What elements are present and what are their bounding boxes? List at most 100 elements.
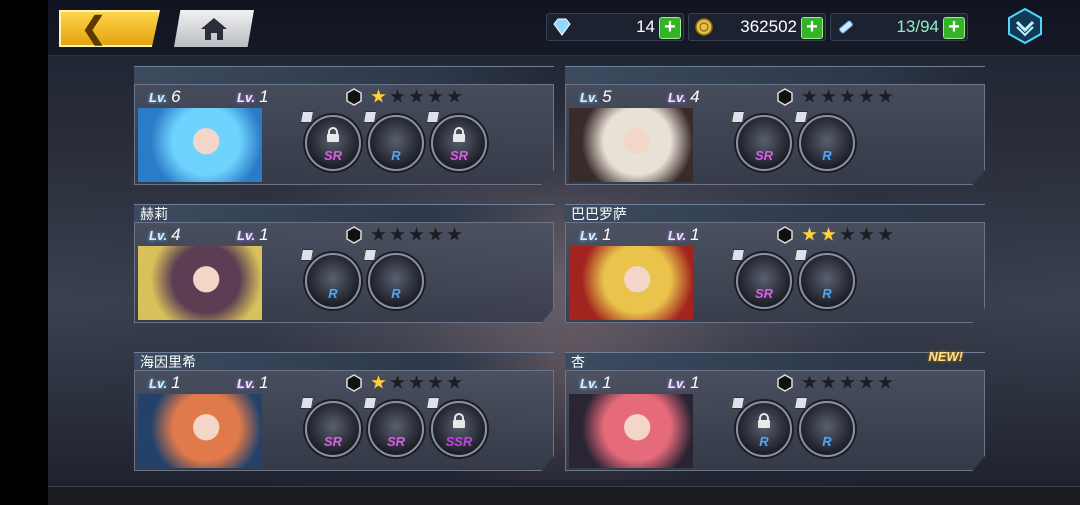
weapon-level-tag: Lv. bbox=[668, 89, 687, 105]
character-card[interactable]: Lv. 6 Lv. 1 SR R SR bbox=[134, 66, 554, 185]
lock-icon bbox=[758, 413, 770, 428]
star-icon bbox=[840, 89, 855, 103]
rarity-label: R bbox=[822, 286, 832, 301]
character-card[interactable]: 巴巴罗萨 Lv. 1 Lv. 1 SR R bbox=[565, 204, 985, 323]
character-level-value: 1 bbox=[602, 225, 612, 244]
card-name-bar: 巴巴罗萨 bbox=[565, 204, 985, 222]
equipment-slot[interactable]: SR bbox=[299, 111, 361, 171]
star-icon bbox=[428, 227, 443, 241]
equipment-slot[interactable]: SR bbox=[299, 397, 361, 457]
edit-corner-icon bbox=[730, 249, 746, 261]
card-name-bar: 赫莉 bbox=[134, 204, 554, 222]
lock-icon bbox=[453, 127, 465, 142]
star-rating bbox=[802, 375, 893, 390]
edit-corner-icon bbox=[793, 397, 809, 409]
character-portrait[interactable] bbox=[138, 108, 262, 182]
character-level: Lv. 4 bbox=[149, 225, 181, 245]
character-level-tag: Lv. bbox=[580, 227, 599, 243]
rarity-label: R bbox=[822, 434, 832, 449]
stamina-counter: 13/94 + bbox=[830, 13, 968, 41]
edit-corner-icon bbox=[299, 249, 315, 261]
star-icon bbox=[878, 375, 893, 389]
weapon-level-tag: Lv. bbox=[237, 375, 256, 391]
equipment-slot[interactable]: R bbox=[730, 397, 792, 457]
weapon-level: Lv. 1 bbox=[237, 87, 269, 107]
character-level-value: 4 bbox=[171, 225, 181, 244]
star-rating bbox=[371, 375, 462, 390]
weapon-level: Lv. 1 bbox=[668, 225, 700, 245]
equipment-slot[interactable]: SR bbox=[730, 111, 792, 171]
card-name-bar bbox=[565, 66, 985, 84]
menu-chevron-button[interactable] bbox=[1006, 7, 1044, 45]
equipment-slot[interactable]: R bbox=[793, 397, 855, 457]
rank-hexagon-icon bbox=[777, 226, 793, 244]
add-stamina-button[interactable]: + bbox=[943, 17, 965, 39]
rank-hexagon-icon bbox=[777, 88, 793, 106]
equipment-slot[interactable]: SR bbox=[730, 249, 792, 309]
equipment-slot[interactable]: R bbox=[299, 249, 361, 309]
star-icon bbox=[878, 89, 893, 103]
rarity-label: R bbox=[391, 148, 401, 163]
weapon-level-value: 1 bbox=[259, 87, 269, 106]
star-icon bbox=[859, 227, 874, 241]
edit-corner-icon bbox=[299, 111, 315, 123]
add-gold-button[interactable]: + bbox=[801, 17, 823, 39]
character-card[interactable]: 海因里希 Lv. 1 Lv. 1 SR SR SSR bbox=[134, 352, 554, 471]
card-body: Lv. 1 Lv. 1 R R bbox=[565, 370, 985, 471]
card-body: Lv. 5 Lv. 4 SR R bbox=[565, 84, 985, 185]
character-card[interactable]: 赫莉 Lv. 4 Lv. 1 R R bbox=[134, 204, 554, 323]
equipment-slot[interactable]: R bbox=[793, 111, 855, 171]
character-portrait[interactable] bbox=[138, 394, 262, 468]
rarity-label: SR bbox=[386, 434, 406, 449]
star-icon bbox=[447, 227, 462, 241]
character-name: 赫莉 bbox=[140, 206, 168, 222]
character-level-value: 1 bbox=[602, 373, 612, 392]
lock-icon bbox=[453, 413, 465, 428]
back-arrow-icon: ❮ bbox=[81, 11, 107, 45]
edit-corner-icon bbox=[793, 249, 809, 261]
weapon-level: Lv. 1 bbox=[237, 373, 269, 393]
back-button[interactable]: ❮ bbox=[59, 10, 160, 47]
equipment-slot[interactable]: SR bbox=[362, 397, 424, 457]
character-portrait[interactable] bbox=[138, 246, 262, 320]
star-icon bbox=[390, 375, 405, 389]
equipment-slot[interactable]: R bbox=[362, 111, 424, 171]
character-card[interactable]: 杏 NEW! Lv. 1 Lv. 1 R R bbox=[565, 349, 985, 471]
character-level-tag: Lv. bbox=[149, 89, 168, 105]
character-card[interactable]: Lv. 5 Lv. 4 SR R bbox=[565, 66, 985, 185]
star-rating bbox=[802, 89, 893, 104]
star-icon bbox=[371, 89, 386, 103]
gold-counter: 362502 + bbox=[688, 13, 826, 41]
character-portrait[interactable] bbox=[569, 394, 693, 468]
star-icon bbox=[409, 227, 424, 241]
character-level: Lv. 5 bbox=[580, 87, 612, 107]
card-body: Lv. 1 Lv. 1 SR R bbox=[565, 222, 985, 323]
equipment-slot[interactable]: SSR bbox=[425, 397, 487, 457]
equipment-slot[interactable]: R bbox=[793, 249, 855, 309]
rarity-label: R bbox=[328, 286, 338, 301]
character-name: 杏 bbox=[571, 354, 585, 370]
weapon-level: Lv. 1 bbox=[668, 373, 700, 393]
add-gems-button[interactable]: + bbox=[659, 17, 681, 39]
character-name: 巴巴罗萨 bbox=[571, 206, 627, 222]
gold-count: 362502 bbox=[740, 17, 797, 36]
rank-hexagon-icon bbox=[346, 226, 362, 244]
edit-corner-icon bbox=[793, 111, 809, 123]
weapon-level-value: 1 bbox=[690, 373, 700, 392]
star-rating bbox=[371, 89, 462, 104]
edit-corner-icon bbox=[362, 397, 378, 409]
character-portrait[interactable] bbox=[569, 108, 693, 182]
weapon-level-tag: Lv. bbox=[237, 89, 256, 105]
weapon-level-value: 1 bbox=[259, 373, 269, 392]
character-portrait[interactable] bbox=[569, 246, 693, 320]
edit-corner-icon bbox=[730, 397, 746, 409]
equipment-slot[interactable]: R bbox=[362, 249, 424, 309]
weapon-level-value: 1 bbox=[259, 225, 269, 244]
edit-corner-icon bbox=[425, 397, 441, 409]
star-icon bbox=[428, 89, 443, 103]
star-icon bbox=[390, 227, 405, 241]
equipment-slot[interactable]: SR bbox=[425, 111, 487, 171]
star-icon bbox=[447, 89, 462, 103]
weapon-level-tag: Lv. bbox=[237, 227, 256, 243]
home-button[interactable] bbox=[174, 10, 254, 47]
